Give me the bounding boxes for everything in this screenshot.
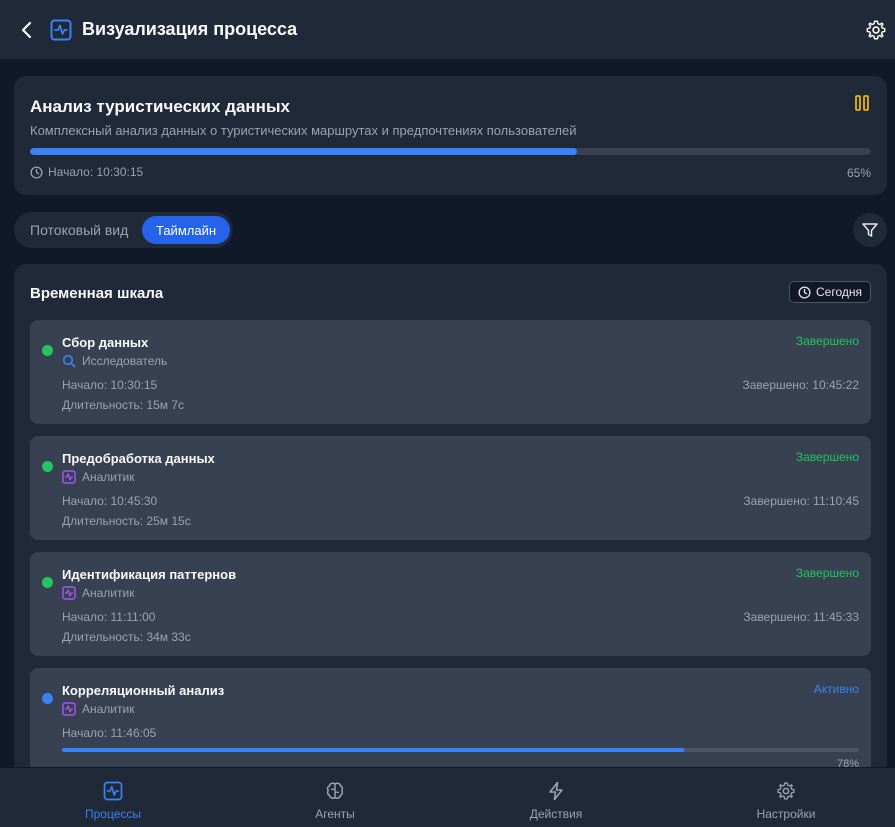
process-progress-bar [30, 148, 871, 155]
page-title: Визуализация процесса [82, 19, 298, 39]
stage-status: Завершено [795, 334, 859, 348]
activity-icon [50, 19, 72, 41]
process-title: Анализ туристических данных [30, 97, 290, 116]
stage-start: Начало: 11:46:05 [62, 726, 157, 740]
activity-icon [103, 781, 123, 801]
stage-start: Начало: 10:45:30 [62, 494, 158, 508]
status-dot [42, 577, 53, 588]
stage-agent: Аналитик [62, 586, 134, 600]
stage-end: Завершено: 11:10:45 [743, 494, 859, 508]
stage-end: Завершено: 10:45:22 [742, 378, 860, 392]
stage-card[interactable]: Сбор данных Исследователь Завершено Нача… [30, 320, 871, 424]
activity-icon [62, 470, 76, 484]
stage-start: Начало: 10:30:15 [62, 378, 158, 392]
stage-agent-label: Аналитик [82, 470, 135, 484]
stage-agent: Аналитик [62, 470, 134, 484]
process-start-label: Начало: 10:30:15 [48, 165, 144, 179]
filter-button[interactable] [853, 213, 887, 247]
timeline-panel: Временная шкала Сегодня Сбор данных Иссл… [14, 264, 887, 784]
nav-label: Процессы [84, 807, 141, 821]
pause-icon[interactable] [853, 94, 871, 112]
nav-label: Агенты [315, 807, 355, 821]
stage-card[interactable]: Предобработка данных Аналитик Завершено … [30, 436, 871, 540]
nav-item-processes[interactable]: Процессы [13, 768, 213, 827]
settings-gear-icon[interactable] [865, 19, 887, 41]
clock-icon [798, 285, 811, 299]
status-dot [42, 693, 53, 704]
tab-timeline[interactable]: Таймлайн [142, 216, 230, 244]
stage-agent-label: Исследователь [82, 354, 168, 368]
gear-icon [777, 782, 795, 800]
stage-end: Завершено: 11:45:33 [743, 610, 859, 624]
timeline-title: Временная шкала [30, 285, 164, 302]
process-description: Комплексный анализ данных о туристически… [30, 123, 577, 138]
stage-name: Идентификация паттернов [62, 567, 237, 582]
view-toggle: Потоковый вид Таймлайн [14, 212, 233, 248]
search-icon [62, 354, 76, 368]
process-start: Начало: 10:30:15 [30, 165, 143, 179]
activity-icon [62, 586, 76, 600]
today-label: Сегодня [816, 285, 862, 299]
today-button[interactable]: Сегодня [789, 281, 871, 303]
top-bar: Визуализация процесса [0, 0, 895, 60]
clock-icon [30, 165, 43, 179]
status-dot [42, 345, 53, 356]
brain-icon [326, 782, 344, 799]
stage-start: Начало: 11:11:00 [62, 610, 156, 624]
nav-item-actions[interactable]: Действия [456, 768, 656, 827]
nav-label: Действия [529, 807, 583, 821]
nav-item-settings[interactable]: Настройки [686, 768, 886, 827]
stage-name: Корреляционный анализ [62, 683, 225, 698]
chevron-left-icon [21, 21, 32, 39]
lightning-icon [549, 781, 563, 801]
stage-agent-label: Аналитик [82, 702, 135, 716]
filter-icon [862, 223, 878, 237]
stage-progress-bar [62, 748, 859, 752]
stage-name: Предобработка данных [62, 451, 215, 466]
nav-item-agents[interactable]: Агенты [235, 768, 435, 827]
stage-duration: Длительность: 15м 7с [62, 398, 185, 412]
stage-agent-label: Аналитик [82, 586, 135, 600]
stage-status: Завершено [795, 450, 859, 464]
activity-icon [62, 702, 76, 716]
stage-duration: Длительность: 25м 15с [62, 514, 191, 528]
bottom-nav: Процессы Агенты Действия Настройки [0, 767, 895, 827]
stage-status: Завершено [795, 566, 859, 580]
stage-status: Активно [813, 682, 859, 696]
stage-duration: Длительность: 34м 33с [62, 630, 191, 644]
process-progress-fill [30, 148, 577, 155]
stage-card[interactable]: Идентификация паттернов Аналитик Заверше… [30, 552, 871, 656]
process-progress-label: 65% [846, 166, 871, 180]
back-button[interactable] [16, 18, 38, 42]
stage-agent: Исследователь [62, 354, 167, 368]
stage-agent: Аналитик [62, 702, 134, 716]
nav-label: Настройки [756, 807, 816, 821]
stage-name: Сбор данных [62, 335, 149, 350]
status-dot [42, 461, 53, 472]
stage-progress-fill [62, 748, 684, 752]
process-card: Анализ туристических данных Комплексный … [14, 76, 887, 195]
tab-flow-view[interactable]: Потоковый вид [30, 222, 128, 238]
